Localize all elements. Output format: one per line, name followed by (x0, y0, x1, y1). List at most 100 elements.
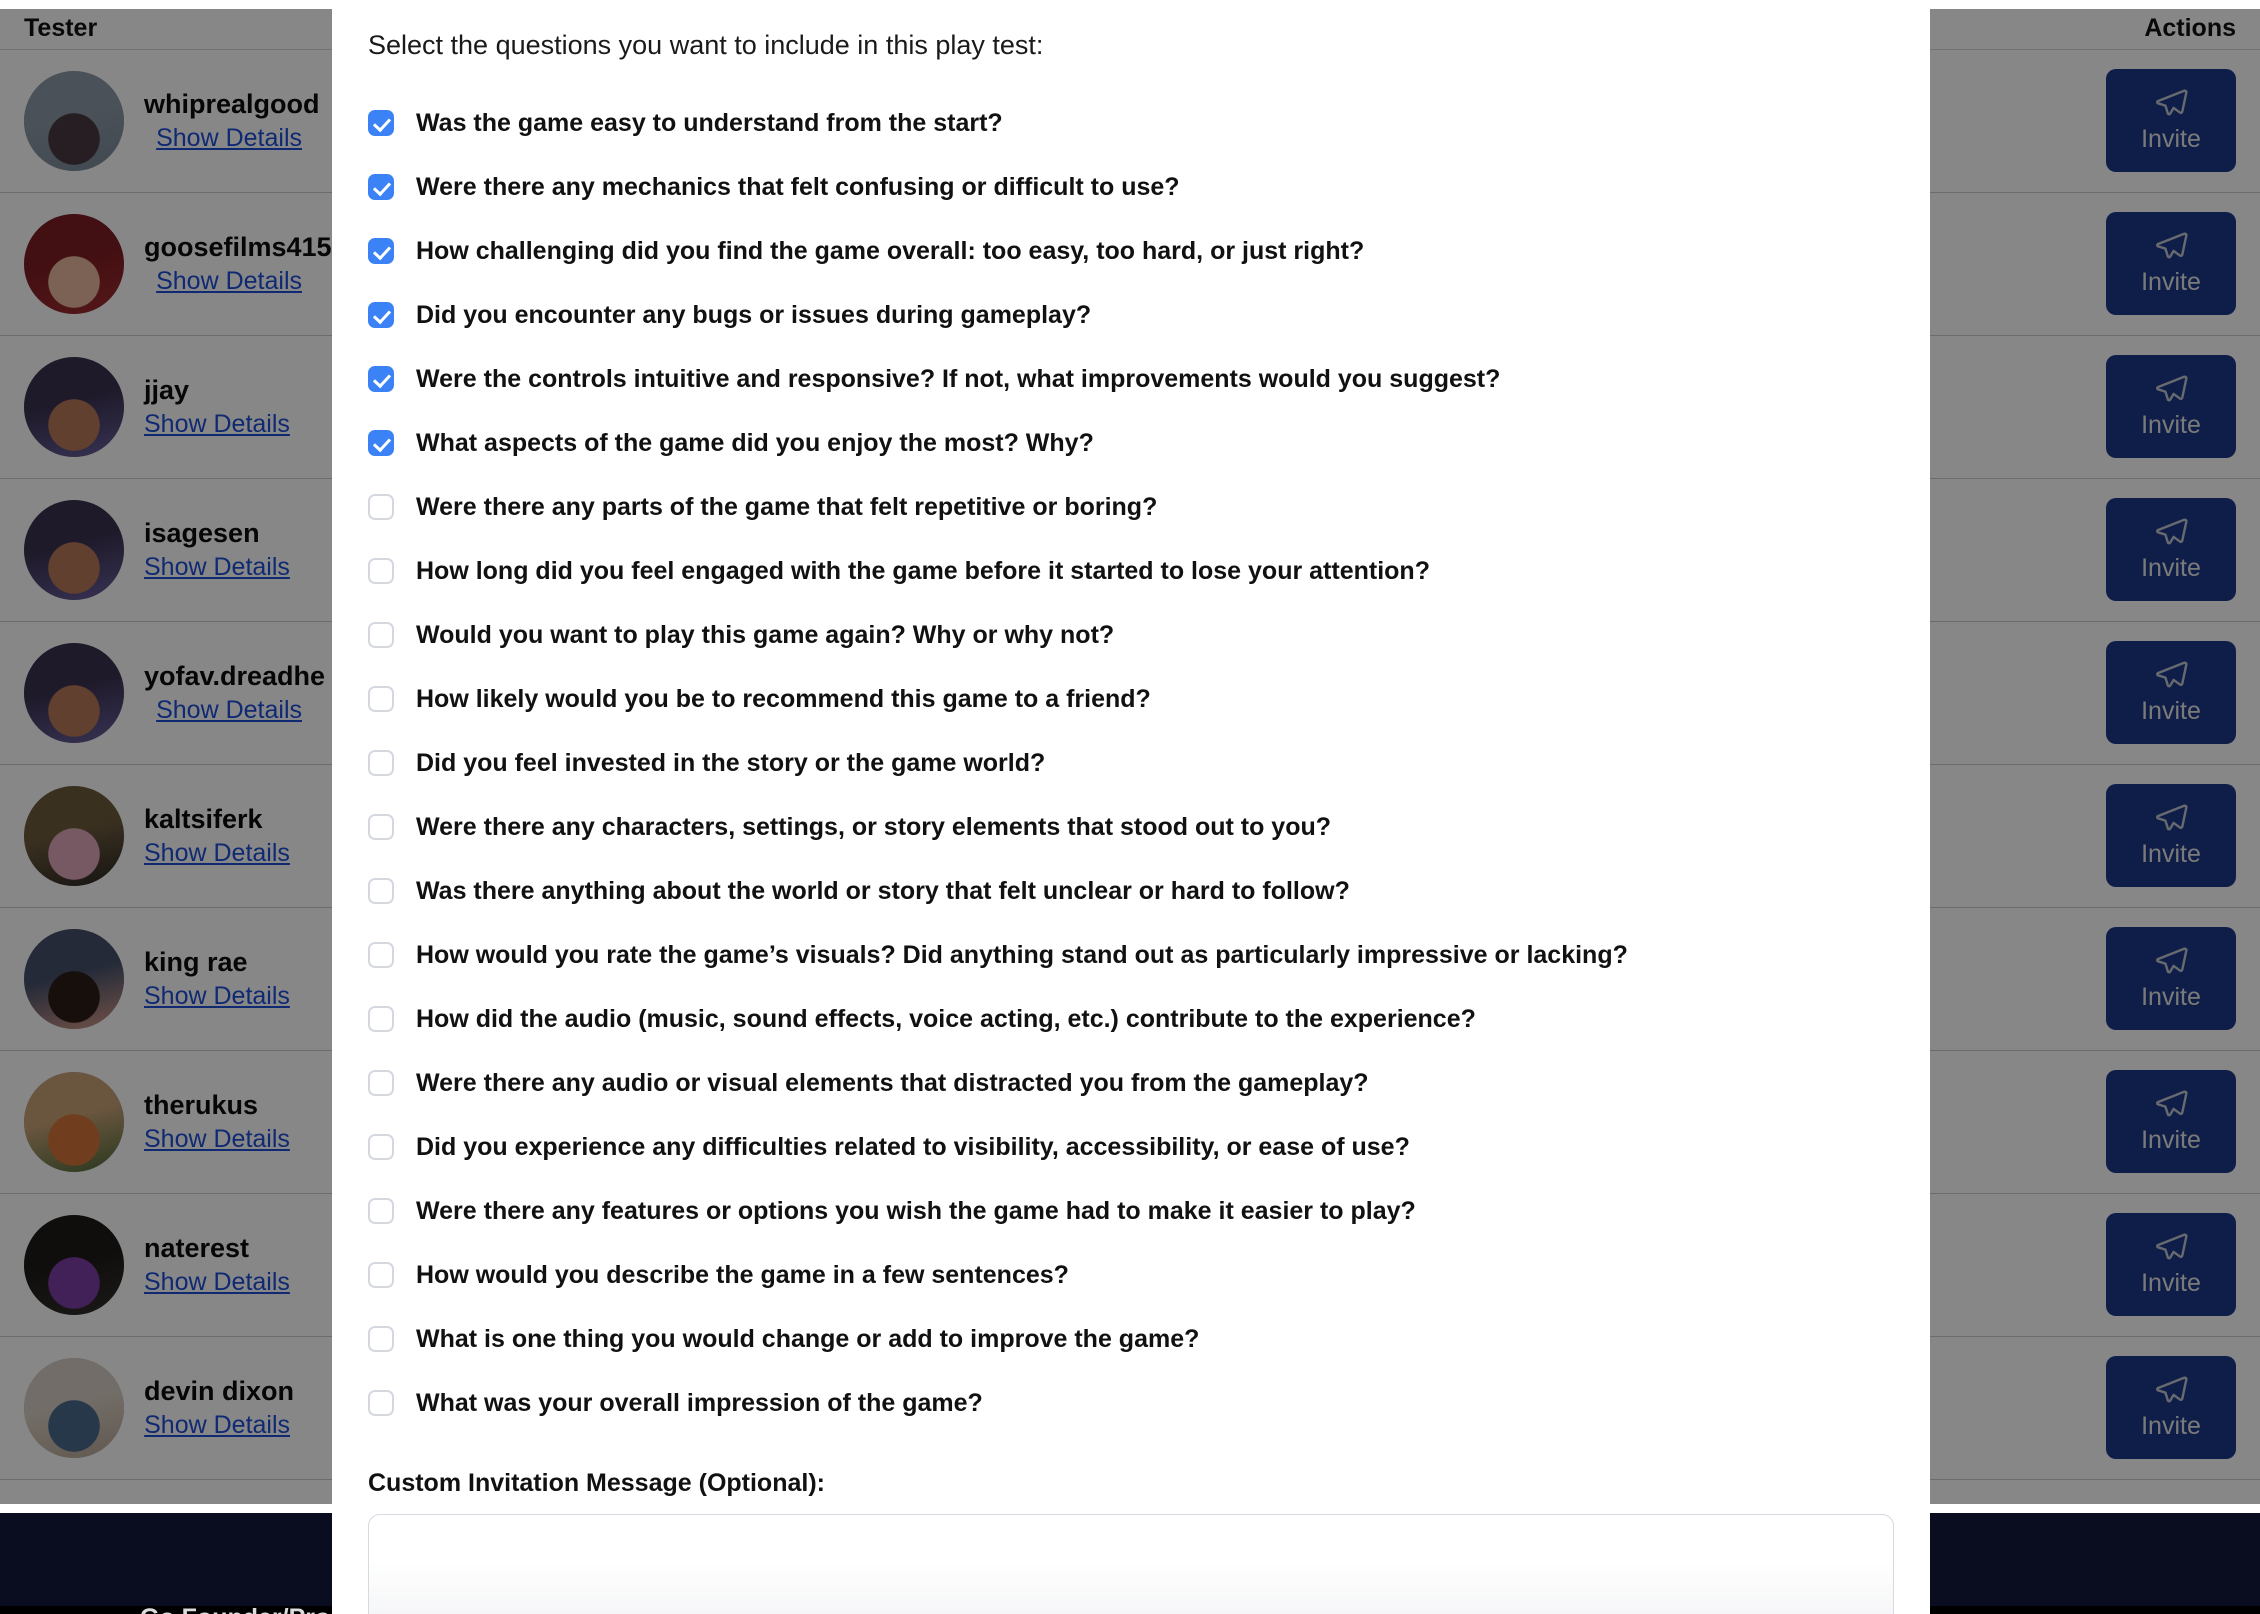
show-details-link[interactable]: Show Details (144, 839, 294, 868)
question-label[interactable]: What was your overall impression of the … (416, 1389, 983, 1418)
question-label[interactable]: Were the controls intuitive and responsi… (416, 365, 1500, 394)
question-row[interactable]: Were there any mechanics that felt confu… (368, 155, 1894, 219)
tester-name: devin dixon (144, 1375, 295, 1406)
custom-invitation-message-input[interactable] (368, 1514, 1894, 1614)
question-label[interactable]: How did the audio (music, sound effects,… (416, 1005, 1476, 1034)
question-checkbox-unchecked[interactable] (368, 686, 394, 713)
invite-button[interactable]: Invite (2106, 1213, 2236, 1316)
question-checkbox-unchecked[interactable] (368, 878, 394, 905)
question-label[interactable]: Did you feel invested in the story or th… (416, 749, 1045, 778)
question-label[interactable]: How would you rate the game’s visuals? D… (416, 941, 1628, 970)
question-row[interactable]: Were there any features or options you w… (368, 1179, 1894, 1243)
invite-button[interactable]: Invite (2106, 355, 2236, 458)
show-details-link[interactable]: Show Details (144, 1411, 294, 1440)
question-checkbox-checked[interactable] (368, 302, 394, 329)
question-label[interactable]: Were there any characters, settings, or … (416, 813, 1331, 842)
question-row[interactable]: How challenging did you find the game ov… (368, 219, 1894, 283)
question-checkbox-unchecked[interactable] (368, 1326, 394, 1353)
show-details-link[interactable]: Show Details (144, 982, 294, 1011)
tester-cell: kaltsiferk Show Details (0, 764, 330, 908)
question-checkbox-unchecked[interactable] (368, 494, 394, 521)
question-label[interactable]: Were there any audio or visual elements … (416, 1069, 1369, 1098)
question-row[interactable]: How would you describe the game in a few… (368, 1243, 1894, 1307)
question-row[interactable]: What aspects of the game did you enjoy t… (368, 411, 1894, 475)
show-details-link[interactable]: Show Details (144, 410, 294, 439)
invite-button[interactable]: Invite (2106, 641, 2236, 744)
invite-button-label: Invite (2141, 554, 2201, 582)
invite-button[interactable]: Invite (2106, 1356, 2236, 1459)
question-checkbox-checked[interactable] (368, 238, 394, 265)
show-details-link[interactable]: Show Details (144, 1268, 294, 1297)
paper-plane-icon (2154, 373, 2188, 407)
show-details-link[interactable]: Show Details (156, 696, 306, 725)
show-details-link[interactable]: Show Details (156, 124, 306, 153)
question-checkbox-unchecked[interactable] (368, 1390, 394, 1417)
question-label[interactable]: Would you want to play this game again? … (416, 621, 1114, 650)
invite-button[interactable]: Invite (2106, 498, 2236, 601)
question-checkbox-unchecked[interactable] (368, 814, 394, 841)
question-row[interactable]: Was the game easy to understand from the… (368, 91, 1894, 155)
question-label[interactable]: Were there any mechanics that felt confu… (416, 173, 1180, 202)
question-row[interactable]: How would you rate the game’s visuals? D… (368, 923, 1894, 987)
paper-plane-icon (2154, 659, 2188, 693)
question-label[interactable]: How would you describe the game in a few… (416, 1261, 1069, 1290)
question-row[interactable]: Would you want to play this game again? … (368, 603, 1894, 667)
question-label[interactable]: Did you experience any difficulties rela… (416, 1133, 1410, 1162)
question-checkbox-unchecked[interactable] (368, 1198, 394, 1225)
invite-button-label: Invite (2141, 1269, 2201, 1297)
tester-cell: naterest Show Details (0, 1193, 330, 1337)
question-row[interactable]: Were the controls intuitive and responsi… (368, 347, 1894, 411)
question-checkbox-unchecked[interactable] (368, 622, 394, 649)
question-checkbox-checked[interactable] (368, 174, 394, 201)
question-row[interactable]: How long did you feel engaged with the g… (368, 539, 1894, 603)
question-label[interactable]: What is one thing you would change or ad… (416, 1325, 1199, 1354)
question-row[interactable]: Did you experience any difficulties rela… (368, 1115, 1894, 1179)
show-details-link[interactable]: Show Details (156, 267, 306, 296)
question-label[interactable]: What aspects of the game did you enjoy t… (416, 429, 1094, 458)
question-label[interactable]: Were there any features or options you w… (416, 1197, 1416, 1226)
question-checkbox-checked[interactable] (368, 430, 394, 457)
invite-button[interactable]: Invite (2106, 784, 2236, 887)
paper-plane-icon (2154, 230, 2188, 264)
invite-button[interactable]: Invite (2106, 927, 2236, 1030)
show-details-link[interactable]: Show Details (144, 553, 294, 582)
question-row[interactable]: Were there any parts of the game that fe… (368, 475, 1894, 539)
question-label[interactable]: Was there anything about the world or st… (416, 877, 1350, 906)
invite-button-label: Invite (2141, 983, 2201, 1011)
question-checkbox-unchecked[interactable] (368, 1070, 394, 1097)
tester-name: yofav.dreadhe (144, 660, 326, 691)
paper-plane-icon (2154, 87, 2188, 121)
question-row[interactable]: Was there anything about the world or st… (368, 859, 1894, 923)
question-row[interactable]: How did the audio (music, sound effects,… (368, 987, 1894, 1051)
question-checkbox-unchecked[interactable] (368, 1006, 394, 1033)
question-label[interactable]: Was the game easy to understand from the… (416, 109, 1003, 138)
invite-button[interactable]: Invite (2106, 1070, 2236, 1173)
invite-button[interactable]: Invite (2106, 69, 2236, 172)
question-checkbox-checked[interactable] (368, 366, 394, 393)
question-label[interactable]: Did you encounter any bugs or issues dur… (416, 301, 1091, 330)
actions-cell: Invite (1940, 478, 2260, 622)
question-row[interactable]: Did you encounter any bugs or issues dur… (368, 283, 1894, 347)
show-details-link[interactable]: Show Details (144, 1125, 294, 1154)
tester-name: naterest (144, 1232, 250, 1263)
paper-plane-icon (2154, 945, 2188, 979)
question-checkbox-unchecked[interactable] (368, 1134, 394, 1161)
question-checkbox-unchecked[interactable] (368, 1262, 394, 1289)
question-row[interactable]: What was your overall impression of the … (368, 1371, 1894, 1435)
question-checkbox-unchecked[interactable] (368, 942, 394, 969)
question-checkbox-unchecked[interactable] (368, 558, 394, 585)
question-checkbox-checked[interactable] (368, 110, 394, 137)
invite-button[interactable]: Invite (2106, 212, 2236, 315)
question-row[interactable]: Were there any characters, settings, or … (368, 795, 1894, 859)
question-label[interactable]: How long did you feel engaged with the g… (416, 557, 1430, 586)
question-checkbox-unchecked[interactable] (368, 750, 394, 777)
question-row[interactable]: Were there any audio or visual elements … (368, 1051, 1894, 1115)
question-row[interactable]: Did you feel invested in the story or th… (368, 731, 1894, 795)
question-label[interactable]: How challenging did you find the game ov… (416, 237, 1364, 266)
tester-cell: jjay Show Details (0, 335, 330, 479)
question-label[interactable]: Were there any parts of the game that fe… (416, 493, 1157, 522)
invite-button-label: Invite (2141, 697, 2201, 725)
question-row[interactable]: How likely would you be to recommend thi… (368, 667, 1894, 731)
question-label[interactable]: How likely would you be to recommend thi… (416, 685, 1151, 714)
question-row[interactable]: What is one thing you would change or ad… (368, 1307, 1894, 1371)
